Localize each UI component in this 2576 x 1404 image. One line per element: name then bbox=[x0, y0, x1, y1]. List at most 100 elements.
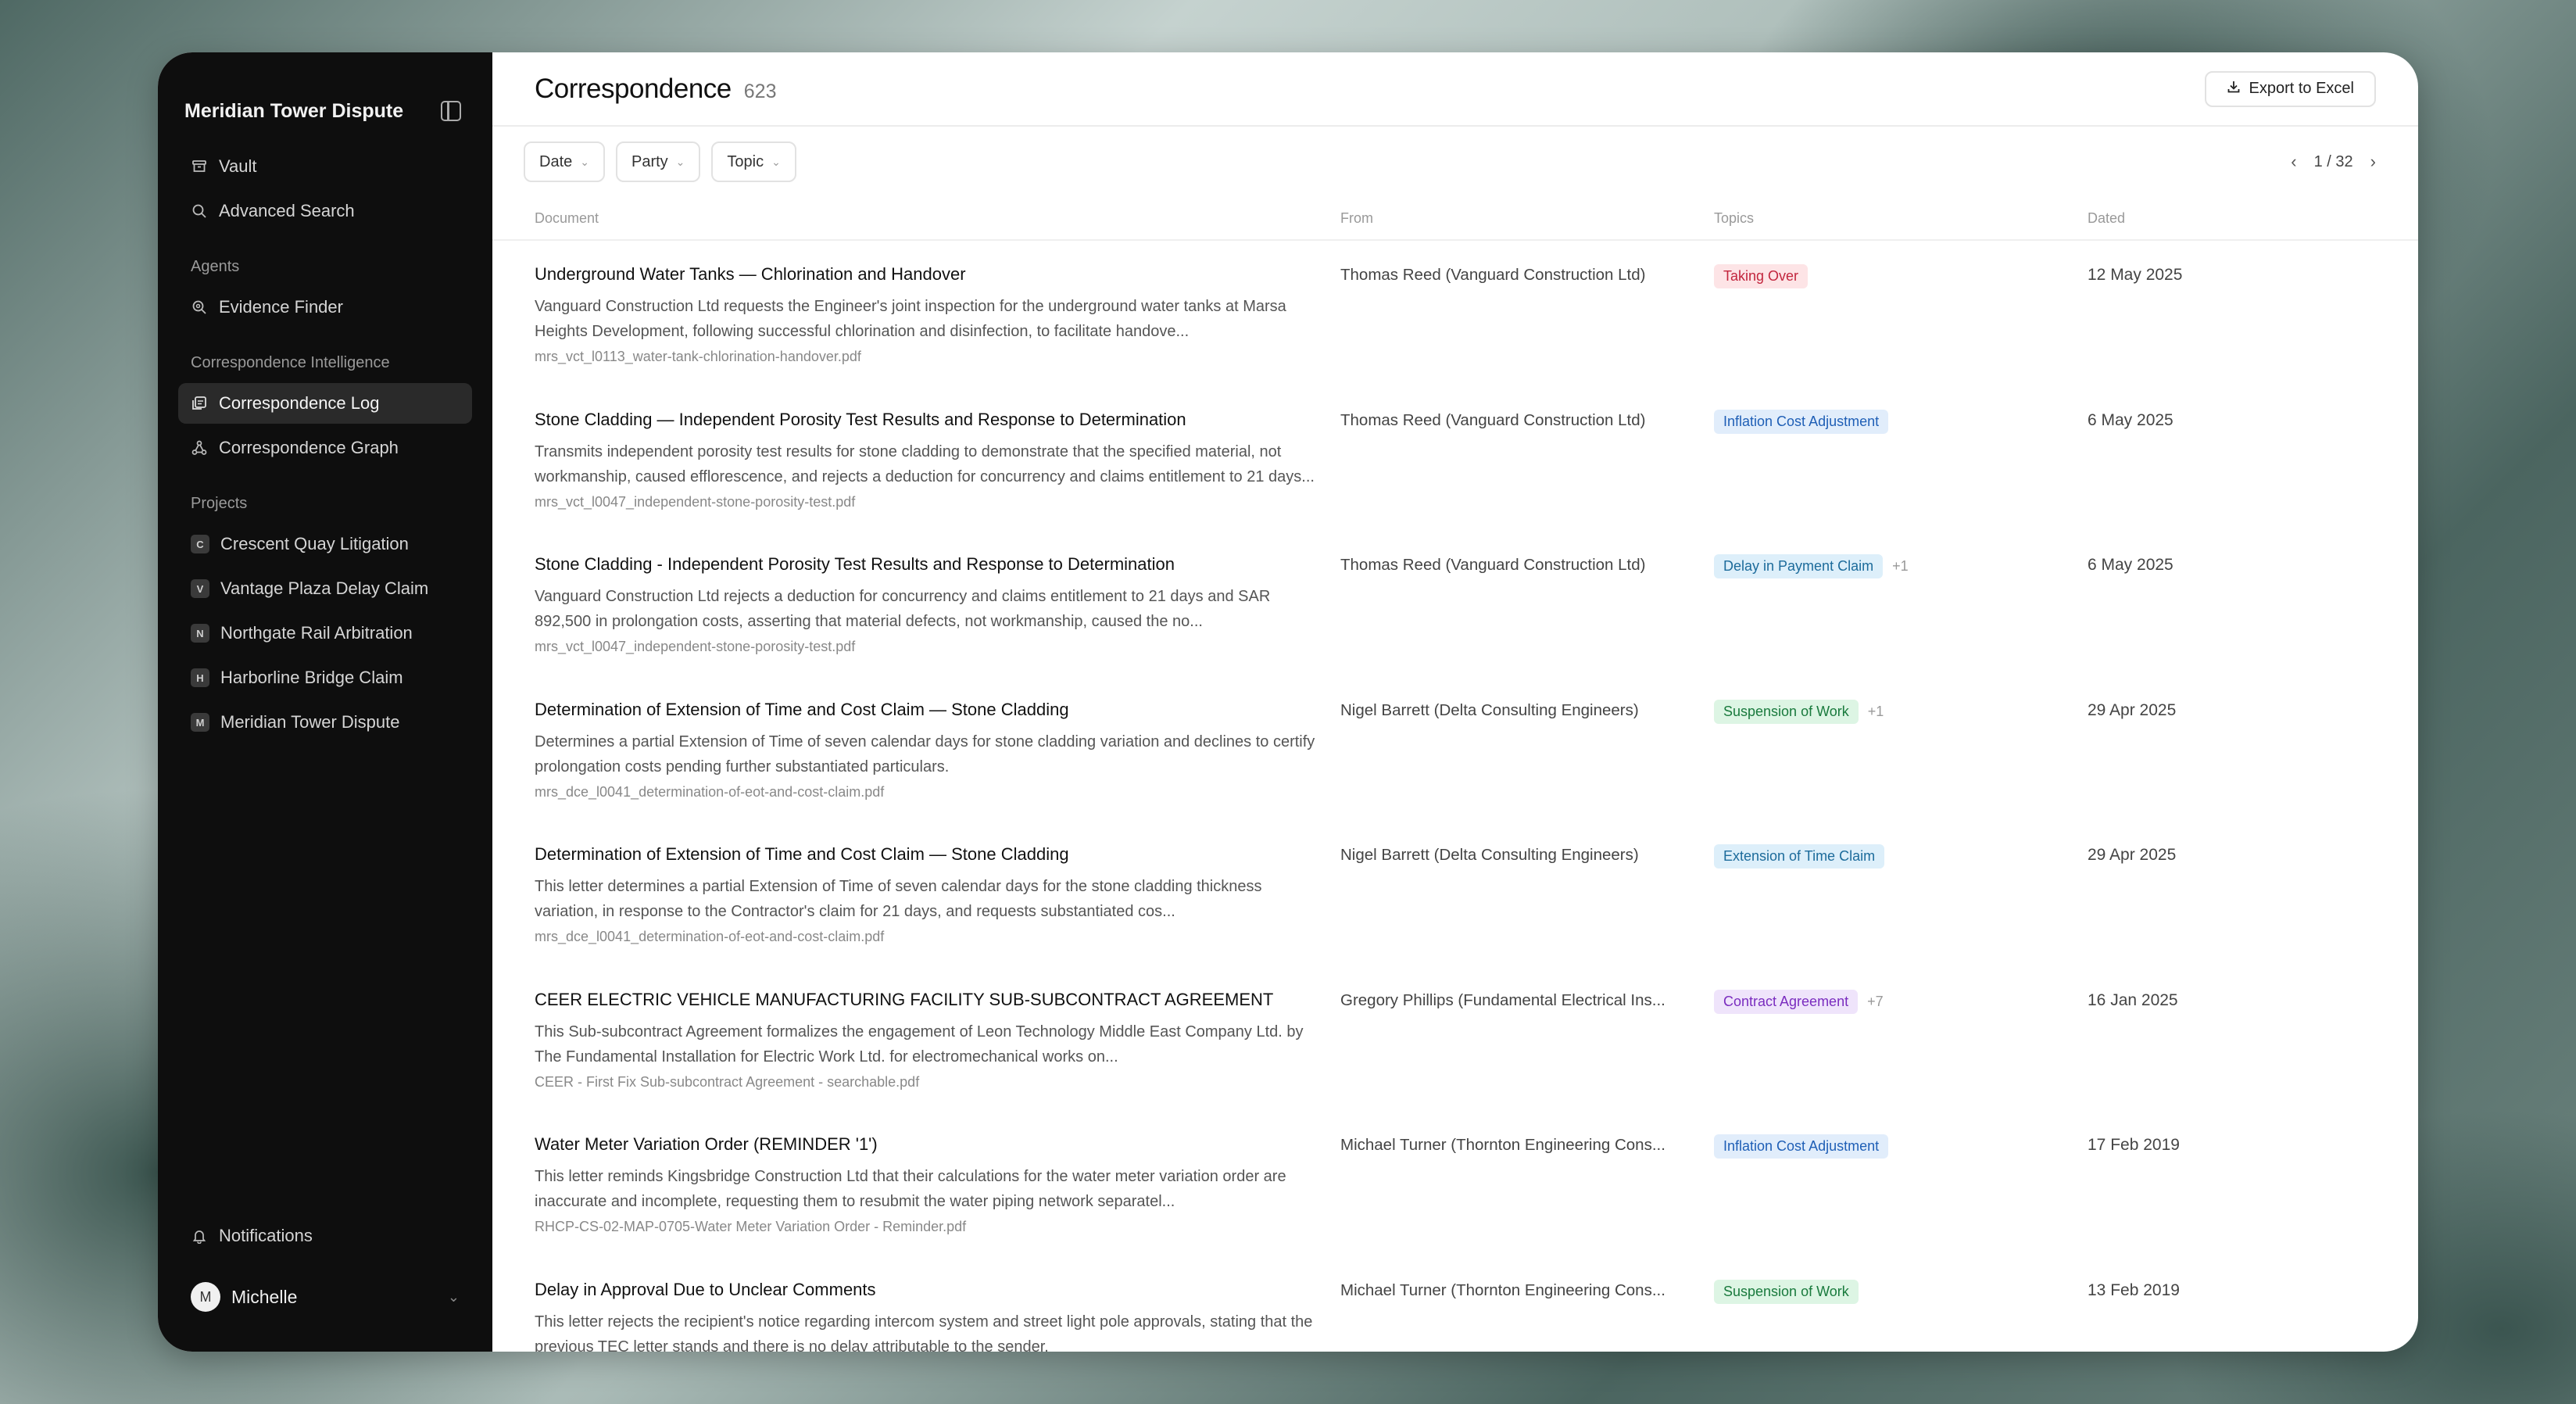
correspondence-intelligence-heading: Correspondence Intelligence bbox=[191, 354, 390, 371]
topic-tag[interactable]: Taking Over bbox=[1714, 264, 1809, 288]
table-row[interactable]: Delay in Approval Due to Unclear Comment… bbox=[492, 1256, 2418, 1352]
user-menu[interactable]: M Michelle ⌄ bbox=[178, 1273, 472, 1320]
page-header: Correspondence 623 Export to Excel bbox=[492, 52, 2418, 127]
filter-date[interactable]: Date ⌄ bbox=[524, 141, 605, 182]
chevron-right-icon[interactable]: › bbox=[2370, 152, 2376, 172]
chevron-left-icon[interactable]: ‹ bbox=[2291, 152, 2296, 172]
sidebar-item-label: Correspondence Graph bbox=[219, 438, 399, 457]
document-filename[interactable]: CEER - First Fix Sub-subcontract Agreeme… bbox=[535, 1074, 1317, 1091]
document-summary: This letter rejects the recipient's noti… bbox=[535, 1313, 1313, 1352]
from-cell: Gregory Phillips (Fundamental Electrical… bbox=[1340, 990, 1714, 1112]
more-topics-count[interactable]: +1 bbox=[1892, 558, 1909, 575]
document-filename[interactable]: mrs_vct_l0047_independent-stone-porosity… bbox=[535, 639, 1317, 655]
table-row[interactable]: Stone Cladding - Independent Porosity Te… bbox=[492, 531, 2418, 676]
column-header-document[interactable]: Document bbox=[492, 210, 1340, 227]
sidebar-item-label: Northgate Rail Arbitration bbox=[220, 623, 413, 643]
document-title[interactable]: CEER ELECTRIC VEHICLE MANUFACTURING FACI… bbox=[535, 990, 1317, 1010]
project-badge: C bbox=[191, 535, 209, 553]
sidebar-item-project[interactable]: C Crescent Quay Litigation bbox=[178, 524, 472, 564]
sidebar-item-label: Crescent Quay Litigation bbox=[220, 534, 409, 553]
dated-cell: 29 Apr 2025 bbox=[2088, 844, 2418, 966]
document-title[interactable]: Water Meter Variation Order (REMINDER '1… bbox=[535, 1134, 1317, 1155]
table-header: Document From Topics Dated bbox=[492, 197, 2418, 241]
document-filename[interactable]: RHCP-CS-02-MAP-0705-Water Meter Variatio… bbox=[535, 1219, 1317, 1235]
topic-group: Contract Agreement +7 bbox=[1714, 989, 2088, 1014]
column-header-dated[interactable]: Dated bbox=[2088, 210, 2418, 227]
table-row[interactable]: Determination of Extension of Time and C… bbox=[492, 821, 2418, 966]
table-row[interactable]: Determination of Extension of Time and C… bbox=[492, 676, 2418, 822]
document-title[interactable]: Stone Cladding - Independent Porosity Te… bbox=[535, 554, 1317, 575]
from-cell: Michael Turner (Thornton Engineering Con… bbox=[1340, 1134, 1714, 1256]
topic-tag[interactable]: Inflation Cost Adjustment bbox=[1714, 409, 1889, 434]
export-label: Export to Excel bbox=[2249, 80, 2354, 97]
topic-tag[interactable]: Inflation Cost Adjustment bbox=[1714, 1134, 1889, 1159]
sidebar-item-correspondence-graph[interactable]: Correspondence Graph bbox=[178, 428, 472, 468]
column-header-from[interactable]: From bbox=[1340, 210, 1714, 227]
topic-tag[interactable]: Suspension of Work bbox=[1714, 699, 1859, 724]
topic-tag[interactable]: Extension of Time Claim bbox=[1714, 844, 1885, 869]
sidebar-item-correspondence-log[interactable]: Correspondence Log bbox=[178, 383, 472, 424]
sidebar-item-evidence-finder[interactable]: Evidence Finder bbox=[178, 287, 472, 328]
archive-icon bbox=[191, 158, 208, 175]
document-date: 17 Feb 2019 bbox=[2088, 1136, 2180, 1154]
more-topics-count[interactable]: +7 bbox=[1867, 994, 1884, 1010]
document-title[interactable]: Delay in Approval Due to Unclear Comment… bbox=[535, 1280, 1317, 1300]
document-filename[interactable]: mrs_vct_l0047_independent-stone-porosity… bbox=[535, 494, 1317, 510]
document-title[interactable]: Underground Water Tanks — Chlorination a… bbox=[535, 264, 1317, 285]
sidebar-item-project[interactable]: N Northgate Rail Arbitration bbox=[178, 613, 472, 654]
table-row[interactable]: CEER ELECTRIC VEHICLE MANUFACTURING FACI… bbox=[492, 966, 2418, 1112]
document-filename[interactable]: mrs_dce_l0041_determination-of-eot-and-c… bbox=[535, 784, 1317, 800]
topic-tag[interactable]: Contract Agreement bbox=[1714, 989, 1859, 1014]
sidebar-item-label: Notifications bbox=[219, 1226, 313, 1245]
from-cell: Nigel Barrett (Delta Consulting Engineer… bbox=[1340, 700, 1714, 822]
filter-label: Party bbox=[631, 152, 668, 170]
topics-cell: Suspension of Work +1 bbox=[1714, 699, 2088, 822]
sender: Michael Turner (Thornton Engineering Con… bbox=[1340, 1136, 1665, 1154]
topics-cell: Contract Agreement +7 bbox=[1714, 989, 2088, 1112]
topic-tag[interactable]: Delay in Payment Claim bbox=[1714, 554, 1884, 578]
document-date: 12 May 2025 bbox=[2088, 266, 2183, 284]
page-title: Correspondence bbox=[535, 73, 732, 104]
sidebar-item-label: Correspondence Log bbox=[219, 393, 380, 413]
result-count: 623 bbox=[743, 80, 777, 102]
correspondence-list: Underground Water Tanks — Chlorination a… bbox=[492, 241, 2418, 1352]
document-date: 29 Apr 2025 bbox=[2088, 846, 2177, 864]
sidebar-item-label: Meridian Tower Dispute bbox=[220, 712, 400, 732]
document-filename[interactable]: mrs_vct_l0113_water-tank-chlorination-ha… bbox=[535, 349, 1317, 365]
sidebar-item-vault[interactable]: Vault bbox=[178, 146, 472, 187]
sender: Nigel Barrett (Delta Consulting Engineer… bbox=[1340, 700, 1639, 719]
filter-bar: Date ⌄ Party ⌄ Topic ⌄ ‹ 1 / 32 › bbox=[492, 127, 2418, 197]
document-title[interactable]: Stone Cladding — Independent Porosity Te… bbox=[535, 410, 1317, 430]
sidebar-item-project[interactable]: M Meridian Tower Dispute bbox=[178, 702, 472, 743]
dated-cell: 6 May 2025 bbox=[2088, 410, 2418, 532]
filter-party[interactable]: Party ⌄ bbox=[615, 141, 701, 182]
table-row[interactable]: Stone Cladding — Independent Porosity Te… bbox=[492, 386, 2418, 532]
sidebar-header: Meridian Tower Dispute bbox=[158, 52, 492, 131]
table-row[interactable]: Water Meter Variation Order (REMINDER '1… bbox=[492, 1111, 2418, 1256]
filter-topic[interactable]: Topic ⌄ bbox=[711, 141, 796, 182]
main-content: Correspondence 623 Export to Excel Date … bbox=[492, 52, 2418, 1352]
sidebar-nav: Vault Advanced Search Agents Evidence Fi… bbox=[158, 131, 492, 743]
sidebar-item-notifications[interactable]: Notifications bbox=[178, 1216, 472, 1256]
more-topics-count[interactable]: +1 bbox=[1868, 704, 1884, 720]
sidebar-toggle-icon[interactable] bbox=[441, 101, 461, 121]
document-title[interactable]: Determination of Extension of Time and C… bbox=[535, 700, 1317, 720]
project-badge: N bbox=[191, 624, 209, 643]
document-title[interactable]: Determination of Extension of Time and C… bbox=[535, 844, 1317, 865]
sidebar-item-project[interactable]: H Harborline Bridge Claim bbox=[178, 657, 472, 698]
column-header-topics[interactable]: Topics bbox=[1714, 210, 2088, 227]
from-cell: Thomas Reed (Vanguard Construction Ltd) bbox=[1340, 554, 1714, 676]
zoom-search-icon bbox=[191, 299, 208, 316]
document-filename[interactable]: mrs_dce_l0041_determination-of-eot-and-c… bbox=[535, 929, 1317, 945]
document-cell: Determination of Extension of Time and C… bbox=[492, 844, 1340, 966]
from-cell: Thomas Reed (Vanguard Construction Ltd) bbox=[1340, 264, 1714, 386]
sidebar-item-advanced-search[interactable]: Advanced Search bbox=[178, 191, 472, 231]
sender: Michael Turner (Thornton Engineering Con… bbox=[1340, 1280, 1665, 1299]
topic-tag[interactable]: Suspension of Work bbox=[1714, 1279, 1859, 1304]
document-cell: Stone Cladding - Independent Porosity Te… bbox=[492, 554, 1340, 676]
table-row[interactable]: Underground Water Tanks — Chlorination a… bbox=[492, 241, 2418, 386]
sidebar-item-label: Harborline Bridge Claim bbox=[220, 668, 403, 687]
sidebar-item-project[interactable]: V Vantage Plaza Delay Claim bbox=[178, 568, 472, 609]
document-date: 13 Feb 2019 bbox=[2088, 1280, 2180, 1299]
export-to-excel-button[interactable]: Export to Excel bbox=[2205, 70, 2376, 107]
